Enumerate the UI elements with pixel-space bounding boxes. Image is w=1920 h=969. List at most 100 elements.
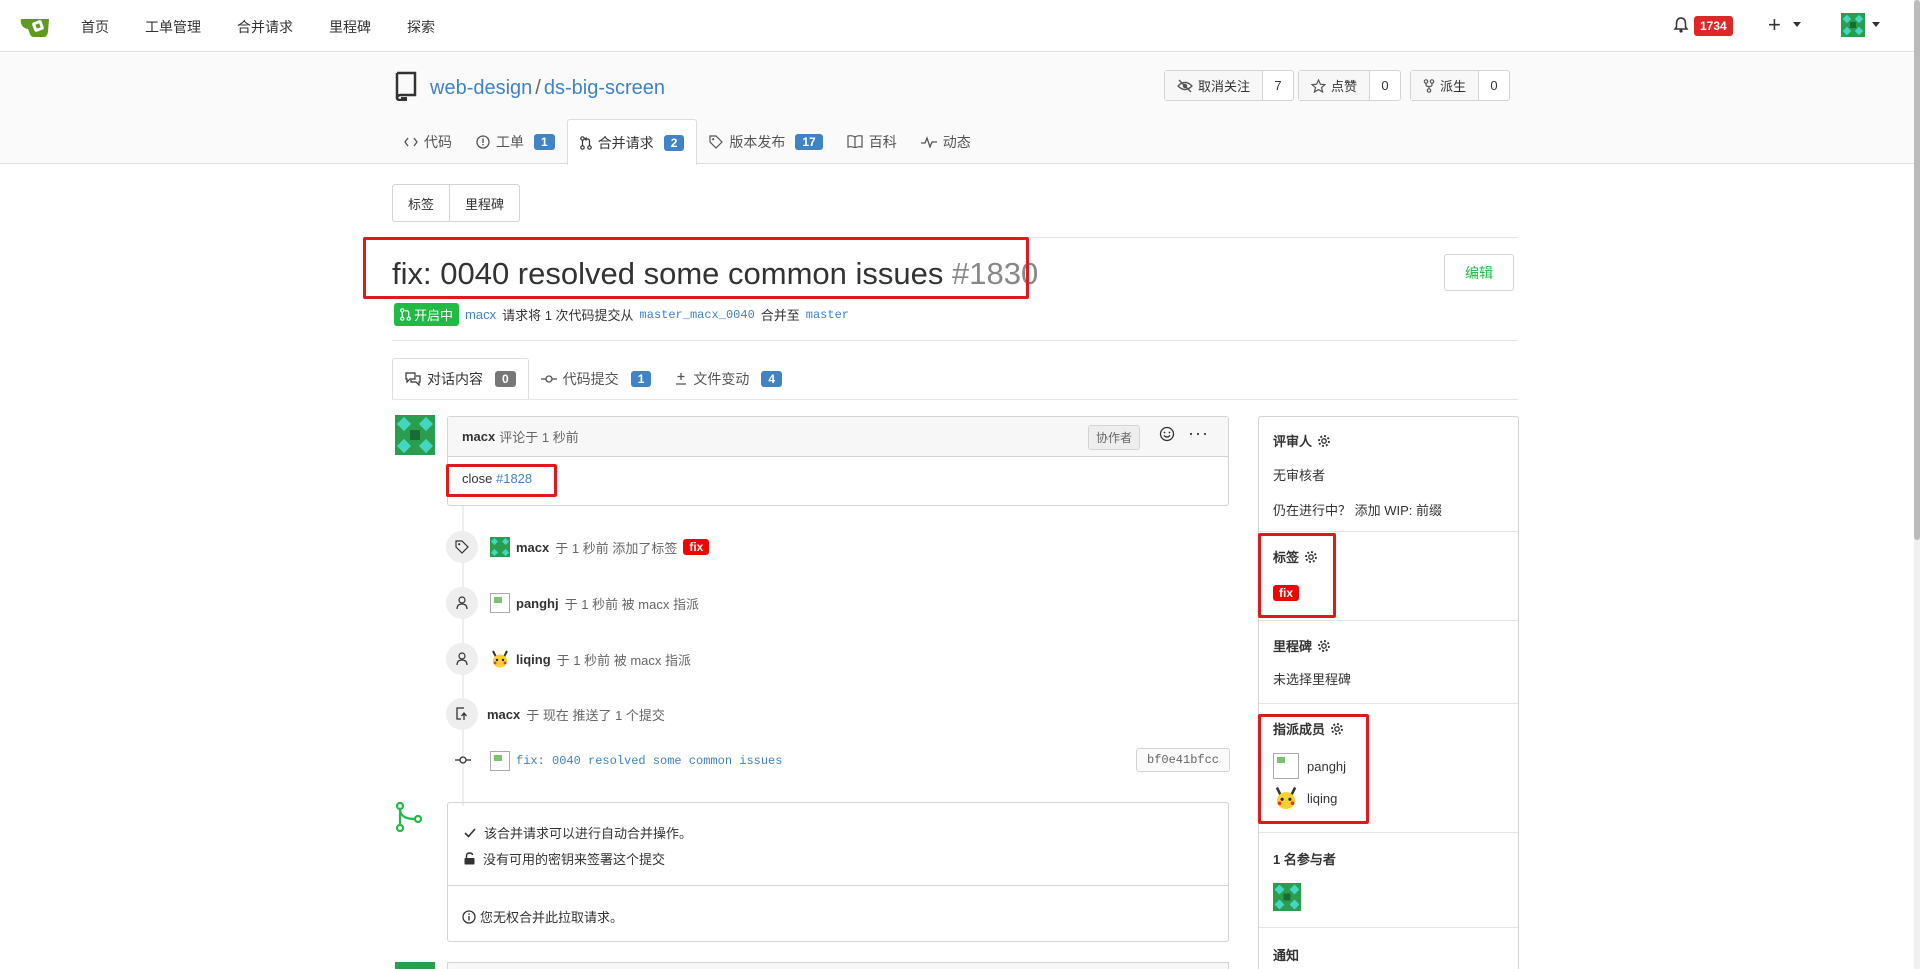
- avatar[interactable]: [395, 415, 435, 455]
- tab-pull-requests-label: 合并请求: [597, 134, 654, 151]
- star-icon: [1311, 78, 1326, 93]
- gitea-logo-icon[interactable]: [20, 12, 50, 40]
- comments-icon: [405, 372, 421, 386]
- star-button[interactable]: 点赞: [1299, 71, 1371, 100]
- nav-home[interactable]: 首页: [81, 17, 109, 37]
- git-merge-icon: [395, 802, 423, 832]
- divider: [392, 399, 1518, 400]
- edit-button[interactable]: 编辑: [1444, 254, 1514, 291]
- tab-pull-requests[interactable]: 合并请求 2: [566, 119, 698, 165]
- avatar[interactable]: [1273, 883, 1301, 911]
- comment-author[interactable]: macx: [462, 429, 495, 444]
- avatar[interactable]: [490, 751, 510, 771]
- no-reviewers-text: 无审核者: [1273, 468, 1326, 483]
- repo-name-link[interactable]: ds-big-screen: [544, 77, 665, 99]
- scrollbar-thumb[interactable]: [1914, 0, 1920, 540]
- nav-milestones[interactable]: 里程碑: [329, 17, 371, 37]
- labels-milestones-group: 标签 里程碑: [392, 184, 521, 222]
- milestone-header[interactable]: 里程碑: [1273, 636, 1331, 655]
- head-branch-link[interactable]: master_macx_0040: [640, 308, 755, 322]
- milestones-button[interactable]: 里程碑: [450, 185, 519, 221]
- tab-files-changed[interactable]: 文件变动 4: [663, 358, 794, 400]
- timeline-event-assign: panghj 于 1 秒前 被 macx 指派: [490, 593, 699, 613]
- divider: [1259, 703, 1518, 704]
- commit-sha[interactable]: bf0e41bfcc: [1136, 748, 1231, 772]
- pull-request-icon: [579, 135, 592, 150]
- avatar[interactable]: [490, 593, 510, 613]
- star-button-group: 点赞 0: [1298, 70, 1402, 101]
- tab-code-label: 代码: [424, 133, 452, 150]
- code-icon: [404, 136, 418, 148]
- unlock-icon: [464, 852, 475, 865]
- repo-title: web-design / ds-big-screen: [430, 77, 665, 100]
- create-plus-icon[interactable]: +: [1768, 12, 1781, 38]
- tab-code[interactable]: 代码: [392, 119, 464, 164]
- tab-conversation[interactable]: 对话内容 0: [392, 358, 529, 400]
- participants-title: 1 名参与者: [1273, 852, 1336, 867]
- pr-sidebar: 评审人 无审核者 仍在进行中？ 添加 WIP: 前缀 标签 fix 里程碑 未选…: [1258, 416, 1519, 969]
- star-count[interactable]: 0: [1370, 71, 1400, 100]
- timeline-user[interactable]: liqing: [516, 652, 551, 667]
- bell-icon[interactable]: [1673, 16, 1689, 34]
- info-icon: [462, 909, 476, 924]
- star-label: 点赞: [1331, 79, 1358, 94]
- user-menu-chevron-down-icon[interactable]: [1872, 22, 1880, 27]
- timeline-text: 于 1 秒前 被 macx 指派: [564, 596, 699, 612]
- conversation-count-badge: 0: [495, 371, 516, 387]
- no-permission-text: 您无权合并此拉取请求。: [480, 910, 624, 925]
- timeline-user[interactable]: macx: [487, 707, 520, 722]
- timeline-user[interactable]: macx: [516, 540, 549, 555]
- pikachu-avatar[interactable]: [490, 649, 510, 669]
- divider: [448, 885, 1228, 886]
- commit-message-link[interactable]: fix: 0040 resolved some common issues: [516, 754, 782, 768]
- repo-owner-link[interactable]: web-design: [430, 77, 532, 99]
- tab-issues[interactable]: 工单 1: [464, 119, 567, 164]
- tab-conversation-label: 对话内容: [427, 371, 483, 387]
- fork-button[interactable]: 派生: [1411, 71, 1480, 100]
- notifications-title: 通知: [1273, 948, 1300, 963]
- no-key-text: 没有可用的密钥来签署这个提交: [483, 852, 666, 867]
- role-badge: 协作者: [1088, 425, 1141, 450]
- tab-activity[interactable]: 动态: [909, 119, 983, 164]
- create-chevron-down-icon[interactable]: [1793, 22, 1801, 27]
- nav-explore[interactable]: 探索: [407, 17, 435, 37]
- pull-request-icon: [400, 308, 411, 321]
- watch-count[interactable]: 7: [1263, 71, 1293, 100]
- tab-issues-label: 工单: [496, 133, 524, 150]
- more-options-icon[interactable]: ···: [1188, 423, 1209, 444]
- reviewers-header[interactable]: 评审人: [1273, 431, 1331, 450]
- reviewers-section: 评审人: [1273, 431, 1331, 450]
- repo-header: web-design / ds-big-screen 取消关注 7 点赞 0 派生 …: [0, 53, 1914, 165]
- reviewers-title: 评审人: [1273, 434, 1313, 449]
- avatar[interactable]: [490, 537, 510, 557]
- merge-status-box: 该合并请求可以进行自动合并操作。 没有可用的密钥来签署这个提交 您无权合并此拉取…: [447, 802, 1229, 942]
- top-navbar: 首页 工单管理 合并请求 里程碑 探索 1734 +: [0, 0, 1914, 52]
- repo-separator: /: [535, 77, 541, 99]
- repo-icon: [393, 71, 419, 101]
- gear-icon[interactable]: [1317, 434, 1331, 448]
- tab-releases[interactable]: 版本发布 17: [697, 119, 834, 164]
- nav-issues[interactable]: 工单管理: [145, 17, 201, 37]
- nav-pull-requests[interactable]: 合并请求: [237, 17, 293, 37]
- notification-count-badge[interactable]: 1734: [1694, 16, 1733, 36]
- pr-author-link[interactable]: macx: [465, 307, 496, 322]
- avatar: [395, 962, 435, 969]
- wip-hint-text[interactable]: 仍在进行中？ 添加 WIP: 前缀: [1273, 500, 1442, 519]
- smile-icon[interactable]: [1159, 426, 1175, 442]
- pr-open-badge: 开启中: [394, 303, 460, 326]
- tab-files-changed-label: 文件变动: [693, 371, 750, 387]
- user-avatar[interactable]: [1841, 13, 1865, 37]
- divider: [1259, 620, 1518, 621]
- fix-label-badge[interactable]: fix: [683, 539, 710, 555]
- tab-commits[interactable]: 代码提交 1: [529, 358, 664, 400]
- fork-label: 派生: [1440, 79, 1467, 94]
- timeline-user[interactable]: panghj: [516, 596, 559, 611]
- fork-count[interactable]: 0: [1479, 71, 1509, 100]
- tab-wiki[interactable]: 百科: [835, 119, 909, 164]
- labels-button[interactable]: 标签: [393, 185, 451, 221]
- base-branch-link[interactable]: master: [806, 308, 849, 322]
- unwatch-button[interactable]: 取消关注: [1165, 71, 1264, 100]
- tab-activity-label: 动态: [942, 133, 971, 150]
- gear-icon[interactable]: [1317, 639, 1331, 653]
- person-icon: [446, 587, 478, 619]
